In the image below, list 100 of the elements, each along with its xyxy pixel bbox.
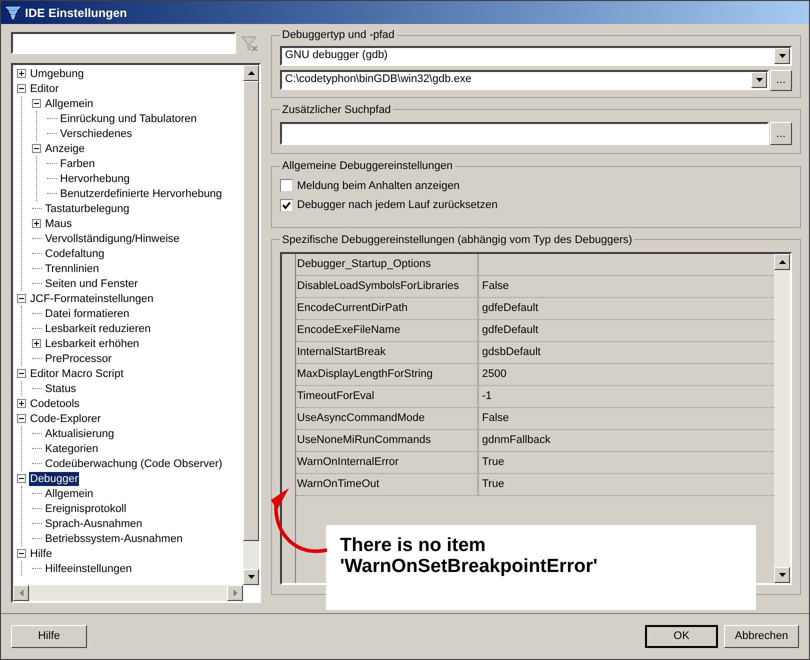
property-name[interactable]: EncodeCurrentDirPath <box>296 298 479 319</box>
checkbox[interactable] <box>280 198 293 212</box>
checkbox-label[interactable]: Meldung beim Anhalten anzeigen <box>297 178 460 194</box>
property-value[interactable]: gdsbDefault <box>479 342 541 363</box>
tree-item[interactable]: Einrückung und Tabulatoren <box>59 112 198 126</box>
property-name[interactable]: UseAsyncCommandMode <box>296 408 479 429</box>
checkbox-label[interactable]: Debugger nach jedem Lauf zurücksetzen <box>297 197 498 214</box>
tree-item[interactable]: Benutzerdefinierte Hervorhebung <box>59 186 224 200</box>
tree-item[interactable]: Sprach-Ausnahmen <box>44 516 144 530</box>
annotation-text: There is no item 'WarnOnSetBreakpointError' <box>340 535 598 577</box>
tree-item[interactable]: Umgebung <box>29 66 85 80</box>
tree-item[interactable]: Anzeige <box>44 142 86 156</box>
tree-item[interactable]: Verschiedenes <box>59 126 134 140</box>
property-name[interactable]: Debugger_Startup_Options <box>296 254 479 275</box>
window-title: IDE Einstellungen <box>25 4 128 22</box>
collapse-icon[interactable] <box>17 294 26 303</box>
browse-button[interactable]: ... <box>770 70 792 90</box>
tree-item[interactable]: Aktualisierung <box>44 426 116 440</box>
property-value[interactable]: gdfeDefault <box>479 320 538 341</box>
dropdown-button[interactable] <box>751 72 767 88</box>
property-value[interactable]: True <box>479 474 504 495</box>
property-name[interactable]: WarnOnTimeOut <box>296 474 479 495</box>
tree-item[interactable]: Status <box>44 382 78 396</box>
tree-item[interactable]: Codefaltung <box>44 246 106 260</box>
expand-icon[interactable] <box>32 339 41 348</box>
collapse-icon[interactable] <box>32 144 41 153</box>
tree-item[interactable]: Editor <box>29 82 60 96</box>
tree-item[interactable]: Kategorien <box>44 442 100 456</box>
expand-icon[interactable] <box>32 219 41 228</box>
tree-item[interactable]: Datei formatieren <box>44 306 130 320</box>
vertical-scrollbar[interactable] <box>774 254 790 583</box>
tree-item[interactable]: Allgemein <box>44 486 94 500</box>
tree-item[interactable]: Trennlinien <box>44 262 100 276</box>
tree-item[interactable]: Betriebssystem-Ausnahmen <box>44 532 184 546</box>
horizontal-scrollbar[interactable] <box>13 585 243 601</box>
tree-item[interactable]: Code-Explorer <box>29 412 102 426</box>
group-title: Debuggertyp und -pfad <box>281 28 396 43</box>
property-name[interactable]: UseNoneMiRunCommands <box>296 430 479 451</box>
tree-item[interactable]: Editor Macro Script <box>29 366 125 380</box>
scroll-right-icon[interactable] <box>233 590 237 596</box>
collapse-icon[interactable] <box>17 84 26 93</box>
tree-item[interactable]: PreProcessor <box>44 352 113 366</box>
expand-icon[interactable] <box>17 399 26 408</box>
property-value[interactable]: gdfeDefault <box>479 298 538 319</box>
tree-item[interactable]: Maus <box>44 216 73 230</box>
property-value[interactable]: True <box>479 452 504 473</box>
tree-item[interactable]: Debugger <box>29 472 80 486</box>
tree-item[interactable]: Hervorhebung <box>59 172 131 186</box>
property-value[interactable]: 2500 <box>479 364 506 385</box>
debugger-type-dropdown[interactable]: GNU debugger (gdb) <box>280 46 792 66</box>
ok-button[interactable]: OK <box>645 625 718 648</box>
scroll-down-icon[interactable] <box>778 573 786 577</box>
scroll-up-icon[interactable] <box>248 71 254 75</box>
property-value[interactable]: -1 <box>479 386 492 407</box>
property-name[interactable]: EncodeExeFileName <box>296 320 479 341</box>
scroll-down-icon[interactable] <box>248 575 254 579</box>
property-value[interactable]: False <box>479 276 509 297</box>
tree-item[interactable]: Hilfe <box>29 546 54 560</box>
collapse-icon[interactable] <box>32 99 41 108</box>
tree-item[interactable]: Farben <box>59 156 96 170</box>
tree-item[interactable]: Ereignisprotokoll <box>44 502 128 516</box>
tree-item[interactable]: Vervollständigung/Hinweise <box>44 232 181 246</box>
tree-item[interactable]: Codeüberwachung (Code Observer) <box>44 456 224 470</box>
browse-button[interactable]: ... <box>770 122 792 145</box>
collapse-icon[interactable] <box>17 369 26 378</box>
collapse-icon[interactable] <box>17 474 26 483</box>
app-icon <box>5 4 21 20</box>
tree-item[interactable]: Tastaturbelegung <box>44 202 130 216</box>
scroll-down-icon[interactable] <box>778 54 786 58</box>
expand-icon[interactable] <box>17 69 26 78</box>
vertical-scrollbar[interactable] <box>243 65 259 585</box>
tree-item[interactable]: Lesbarkeit erhöhen <box>44 336 140 350</box>
property-name[interactable]: MaxDisplayLengthForString <box>296 364 479 385</box>
debugger-path-dropdown[interactable]: C:\codetyphon\binGDB\win32\gdb.exe <box>280 70 769 90</box>
filter-field[interactable] <box>11 32 236 54</box>
property-name[interactable]: WarnOnInternalError <box>296 452 479 473</box>
scroll-left-icon[interactable] <box>19 590 23 596</box>
help-button[interactable]: Hilfe <box>11 625 87 648</box>
tree-item[interactable]: Codetools <box>29 396 81 410</box>
search-path-field[interactable] <box>280 122 769 145</box>
scroll-up-icon[interactable] <box>778 260 786 264</box>
tree-item[interactable]: JCF-Formateinstellungen <box>29 292 154 306</box>
scroll-down-icon[interactable] <box>756 78 762 82</box>
property-value[interactable]: gdnmFallback <box>479 430 550 451</box>
cancel-button[interactable]: Abbrechen <box>724 625 799 648</box>
property-name[interactable]: InternalStartBreak <box>296 342 479 363</box>
check-icon <box>282 200 291 210</box>
tree-item[interactable]: Allgemein <box>44 96 94 110</box>
tree-item[interactable]: Seiten und Fenster <box>44 276 139 290</box>
collapse-icon[interactable] <box>17 549 26 558</box>
property-value[interactable]: False <box>479 408 509 429</box>
checkbox[interactable] <box>280 179 293 192</box>
group-title: Allgemeine Debuggereinstellungen <box>281 159 454 174</box>
tree-item[interactable]: Lesbarkeit reduzieren <box>44 322 152 336</box>
property-name[interactable]: TimeoutForEval <box>296 386 479 407</box>
group-title: Zusätzlicher Suchpfad <box>281 102 392 118</box>
tree-item[interactable]: Hilfeeinstellungen <box>44 562 133 576</box>
dropdown-button[interactable] <box>774 48 790 64</box>
collapse-icon[interactable] <box>17 414 26 423</box>
property-name[interactable]: DisableLoadSymbolsForLibraries <box>296 276 479 297</box>
